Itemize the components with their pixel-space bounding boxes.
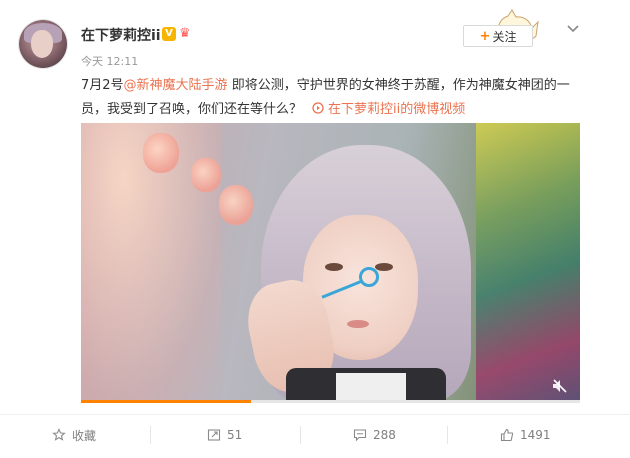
post-text: 7月2号@新神魔大陆手游 即将公测，守护世界的女神终于苏醒，作为神魔女神团的一员… — [81, 74, 581, 122]
follow-label: 关注 — [492, 29, 517, 44]
video-player[interactable] — [81, 123, 580, 403]
vip-crown-icon: ♛ — [179, 26, 191, 41]
like-button[interactable]: 1491 — [500, 424, 551, 446]
favorite-button[interactable]: 收藏 — [52, 424, 96, 446]
video-link-icon — [312, 102, 324, 114]
like-count: 1491 — [520, 428, 551, 442]
video-progress-fill — [81, 400, 251, 403]
chevron-down-icon[interactable] — [566, 22, 580, 36]
thumbs-up-icon — [500, 428, 514, 442]
post-time[interactable]: 今天 12:11 — [81, 53, 138, 69]
verified-v-icon: V — [162, 27, 176, 41]
video-link-label: 在下萝莉控ii的微博视频 — [328, 102, 466, 117]
plus-icon: + — [479, 28, 491, 44]
username[interactable]: 在下萝莉控ii — [81, 25, 161, 45]
mention-link[interactable]: @新神魔大陆手游 — [124, 78, 228, 93]
comment-icon — [353, 429, 367, 442]
volume-mute-icon[interactable] — [551, 377, 569, 395]
action-separator — [447, 426, 448, 444]
repost-count: 51 — [227, 428, 243, 442]
action-separator — [150, 426, 151, 444]
repost-icon — [207, 429, 221, 441]
post-text-part1: 7月2号 — [81, 78, 124, 93]
video-link[interactable]: 在下萝莉控ii的微博视频 — [312, 102, 465, 117]
repost-button[interactable]: 51 — [207, 424, 242, 446]
footer-divider — [0, 414, 630, 415]
action-separator — [300, 426, 301, 444]
avatar[interactable] — [19, 20, 67, 68]
favorite-label: 收藏 — [72, 428, 97, 443]
comment-count: 288 — [373, 428, 396, 442]
comment-button[interactable]: 288 — [353, 424, 396, 446]
follow-button[interactable]: + 关注 — [463, 25, 533, 47]
weibo-post-card: 在下萝莉控ii V ♛ 今天 12:11 + 关注 7月2号@新神魔大陆手游 即… — [0, 0, 630, 458]
star-icon — [52, 428, 66, 441]
